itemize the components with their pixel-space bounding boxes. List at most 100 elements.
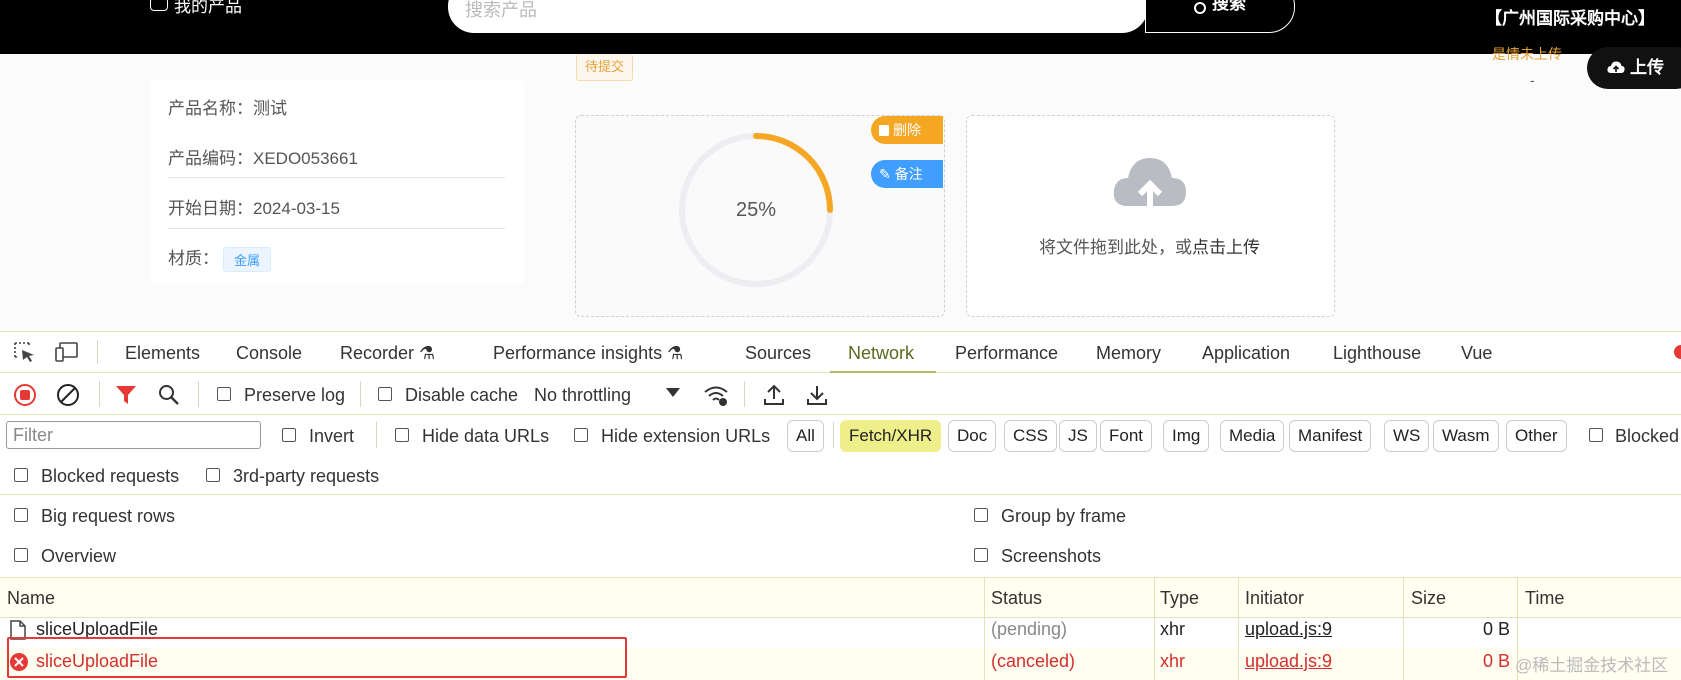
tab-performance-insights[interactable]: Performance insights ⚗ bbox=[493, 343, 683, 364]
status-badge: 待提交 bbox=[576, 54, 634, 81]
material-row: 材质： 金属 bbox=[168, 244, 272, 273]
filter-type-img[interactable]: Img bbox=[1163, 420, 1210, 452]
column-initiator[interactable]: Initiator bbox=[1245, 588, 1304, 609]
upload-button-label: 上传 bbox=[1630, 58, 1664, 77]
network-conditions-icon[interactable] bbox=[703, 383, 729, 407]
column-type[interactable]: Type bbox=[1160, 588, 1199, 609]
filter-type-font[interactable]: Font bbox=[1100, 420, 1153, 452]
column-name[interactable]: Name bbox=[7, 588, 55, 609]
column-time[interactable]: Time bbox=[1525, 588, 1564, 609]
filter-type-all[interactable]: All bbox=[787, 420, 824, 452]
tab-recorder[interactable]: Recorder ⚗ bbox=[340, 343, 435, 364]
tab-console[interactable]: Console bbox=[236, 343, 302, 364]
filter-type-wasm[interactable]: Wasm bbox=[1433, 420, 1499, 452]
request-size: 0 B bbox=[1482, 619, 1510, 639]
separator bbox=[833, 422, 834, 448]
separator bbox=[360, 381, 361, 407]
my-products-label: 我的产品 bbox=[174, 0, 242, 16]
filter-icon[interactable] bbox=[115, 384, 137, 406]
filter-input[interactable]: Filter bbox=[6, 421, 261, 449]
invert-label: Invert bbox=[309, 426, 355, 446]
tab-memory[interactable]: Memory bbox=[1096, 343, 1161, 364]
my-products-link[interactable]: 我的产品 bbox=[150, 0, 242, 16]
inspect-element-icon[interactable] bbox=[13, 341, 37, 363]
start-date: 开始日期：2024-03-15 bbox=[168, 199, 340, 218]
search-button[interactable]: 搜索 bbox=[1145, 0, 1295, 33]
remark-label: 备注 bbox=[894, 166, 923, 182]
screenshots-checkbox[interactable] bbox=[974, 548, 988, 562]
remark-button[interactable]: ✎ 备注 bbox=[871, 160, 943, 188]
preserve-log-checkbox[interactable] bbox=[217, 387, 231, 401]
separator bbox=[198, 381, 199, 407]
group-by-frame-label: Group by frame bbox=[1001, 506, 1127, 526]
search-icon bbox=[1194, 2, 1206, 14]
search-icon[interactable] bbox=[158, 384, 180, 406]
trash-icon bbox=[879, 125, 889, 136]
tab-application[interactable]: Application bbox=[1202, 343, 1290, 364]
third-party-requests-label: 3rd-party requests bbox=[233, 466, 380, 486]
tab-elements[interactable]: Elements bbox=[125, 343, 200, 364]
progress-percent: 25% bbox=[735, 199, 777, 221]
filter-type-media[interactable]: Media bbox=[1220, 420, 1285, 452]
status-dash: - bbox=[1530, 72, 1535, 88]
tab-lighthouse[interactable]: Lighthouse bbox=[1333, 343, 1421, 364]
filter-type-ws[interactable]: WS bbox=[1384, 420, 1430, 452]
divider bbox=[0, 494, 1681, 495]
throttling-select[interactable]: No throttling bbox=[534, 385, 631, 406]
center-name: 【广州国际采购中心】 bbox=[1485, 9, 1655, 28]
blocked-label: Blocked bbox=[1615, 426, 1680, 446]
watermark: @稀土掘金技术社区 bbox=[1515, 656, 1669, 675]
request-status: (canceled) bbox=[991, 651, 1076, 671]
separator bbox=[97, 340, 98, 364]
stop-recording-icon[interactable] bbox=[13, 383, 37, 407]
product-code: 产品编码：XEDO053661 bbox=[168, 149, 358, 168]
big-request-rows-checkbox[interactable] bbox=[14, 508, 28, 522]
overview-checkbox[interactable] bbox=[14, 548, 28, 562]
click-upload-link[interactable]: 点击上传 bbox=[1192, 238, 1260, 257]
hide-extension-urls-checkbox[interactable] bbox=[574, 428, 588, 442]
filter-type-other[interactable]: Other bbox=[1506, 420, 1567, 452]
separator bbox=[376, 422, 377, 448]
tab-vue[interactable]: Vue bbox=[1461, 343, 1492, 364]
tab-sources[interactable]: Sources bbox=[745, 343, 811, 364]
column-divider bbox=[1238, 577, 1239, 680]
request-initiator-link[interactable]: upload.js:9 bbox=[1245, 651, 1332, 672]
column-size[interactable]: Size bbox=[1411, 588, 1446, 609]
tab-performance[interactable]: Performance bbox=[955, 343, 1058, 364]
column-status[interactable]: Status bbox=[991, 588, 1042, 609]
chevron-down-icon[interactable] bbox=[666, 388, 680, 398]
error-count-icon[interactable] bbox=[1674, 345, 1681, 359]
filter-type-doc[interactable]: Doc bbox=[948, 420, 997, 452]
disable-cache-checkbox[interactable] bbox=[378, 387, 392, 401]
search-placeholder: 搜索产品 bbox=[465, 0, 537, 20]
dropzone-hint: 将文件拖到此处，或 bbox=[1039, 238, 1192, 257]
column-divider bbox=[1154, 577, 1155, 680]
group-by-frame-checkbox[interactable] bbox=[974, 508, 988, 522]
filter-type-js[interactable]: JS bbox=[1059, 420, 1097, 452]
column-divider bbox=[984, 577, 985, 680]
divider bbox=[168, 177, 505, 178]
hide-data-urls-checkbox[interactable] bbox=[395, 428, 409, 442]
device-toolbar-icon[interactable] bbox=[55, 341, 79, 363]
upload-button[interactable]: 上传 bbox=[1587, 47, 1681, 89]
request-initiator-link[interactable]: upload.js:9 bbox=[1245, 619, 1332, 640]
export-har-icon[interactable] bbox=[806, 383, 828, 407]
clear-icon[interactable] bbox=[56, 383, 80, 407]
blocked-requests-label: Blocked requests bbox=[41, 466, 180, 486]
blocked-requests-checkbox[interactable] bbox=[14, 468, 28, 482]
search-input[interactable] bbox=[448, 0, 1148, 33]
filter-type-fetch-xhr[interactable]: Fetch/XHR bbox=[840, 420, 942, 452]
tab-network[interactable]: Network bbox=[848, 343, 914, 364]
request-size: 0 B bbox=[1482, 651, 1510, 671]
filter-type-css[interactable]: CSS bbox=[1004, 420, 1057, 452]
product-name: 产品名称：测试 bbox=[168, 99, 287, 118]
flask-icon: ⚗ bbox=[419, 343, 436, 363]
request-status: (pending) bbox=[991, 619, 1068, 639]
invert-checkbox[interactable] bbox=[282, 428, 296, 442]
divider bbox=[168, 228, 505, 229]
blocked-checkbox[interactable] bbox=[1589, 428, 1603, 442]
filter-type-manifest[interactable]: Manifest bbox=[1289, 420, 1372, 452]
third-party-requests-checkbox[interactable] bbox=[206, 468, 220, 482]
delete-button[interactable]: 删除 bbox=[871, 116, 943, 144]
import-har-icon[interactable] bbox=[763, 383, 785, 407]
